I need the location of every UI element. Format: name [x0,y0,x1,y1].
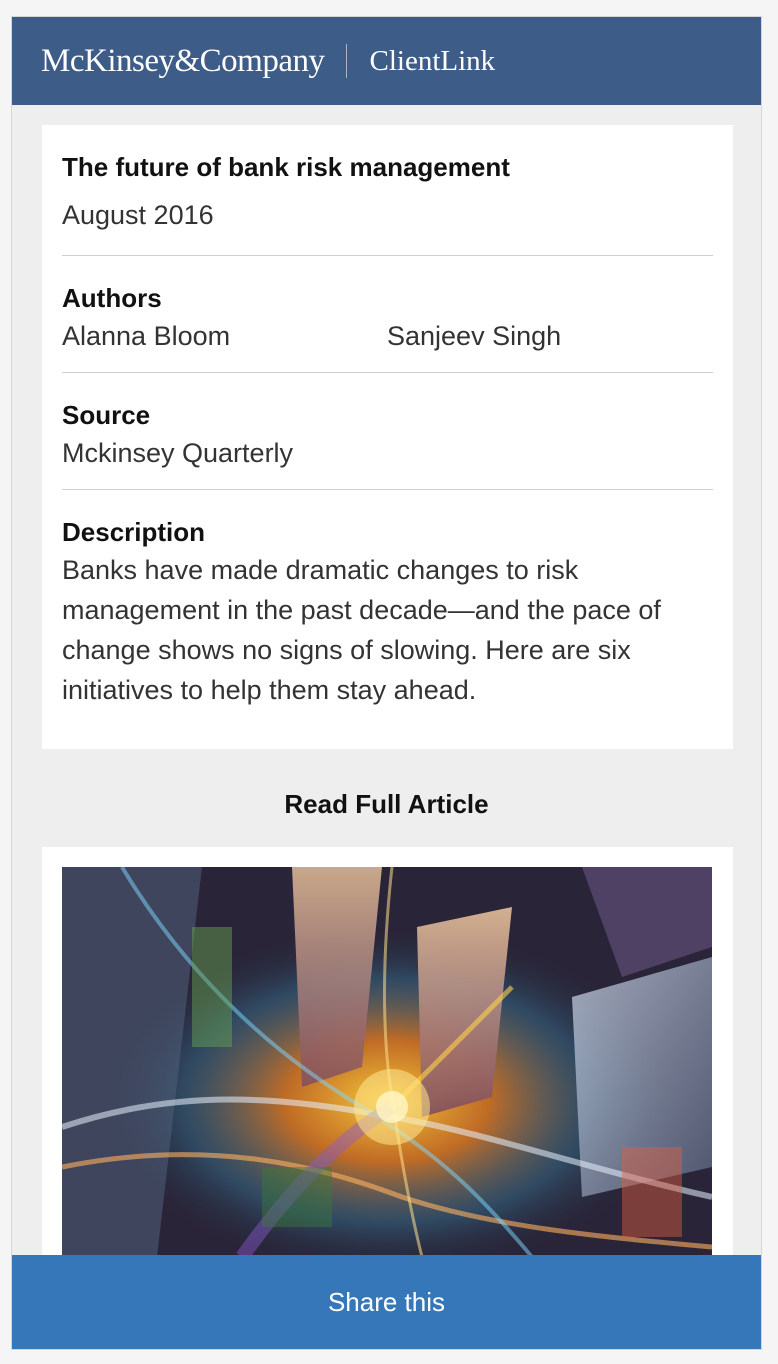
app-frame: McKinsey&Company ClientLink The future o… [11,16,762,1350]
product-name: ClientLink [369,44,496,77]
article-title: The future of bank risk management [62,152,510,182]
app-header: McKinsey&Company ClientLink [12,17,761,105]
description-label: Description [62,517,206,547]
city-aerial-night-image[interactable] [62,867,712,1257]
header-divider [346,44,348,78]
brand-logo: McKinsey&Company [41,42,325,79]
authors-label: Authors [62,283,162,313]
source-label: Source [62,400,151,430]
description-text: Banks have made dramatic changes to risk… [62,555,661,705]
authors-list: Alanna Bloom Sanjeev Singh [62,316,713,372]
authors-section: Authors Alanna Bloom Sanjeev Singh [62,256,713,373]
read-full-article-link[interactable]: Read Full Article [12,789,761,820]
article-info-card: The future of bank risk management Augus… [42,125,733,749]
source-section: Source Mckinsey Quarterly [62,373,713,490]
author-name: Sanjeev Singh [387,321,562,351]
title-section: The future of bank risk management Augus… [62,125,713,256]
author-name: Alanna Bloom [62,321,231,351]
article-date: August 2016 [62,200,214,230]
description-section: Description Banks have made dramatic cha… [62,490,713,710]
share-button[interactable]: Share this [12,1255,761,1349]
source-value: Mckinsey Quarterly [62,438,294,468]
article-image-card [42,847,733,1267]
